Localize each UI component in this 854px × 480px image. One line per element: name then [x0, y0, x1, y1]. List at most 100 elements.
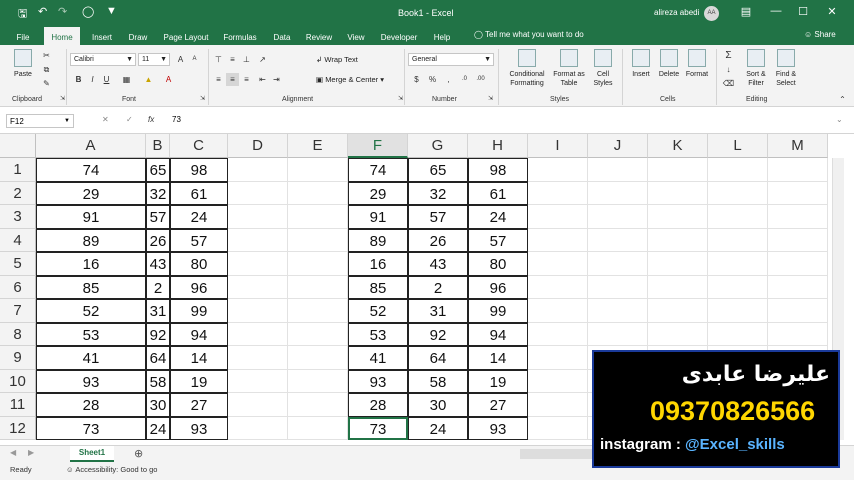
cell-styles-button[interactable]: Cell Styles: [588, 49, 618, 88]
merge-center-button[interactable]: ▣ Merge & Center ▾: [316, 75, 384, 84]
cell-g9[interactable]: 64: [408, 346, 468, 370]
column-header-h[interactable]: H: [468, 134, 528, 158]
fill-color-icon[interactable]: ▲: [142, 73, 155, 86]
cell-a9[interactable]: 41: [36, 346, 146, 370]
clear-icon[interactable]: ⌫: [722, 77, 735, 90]
number-launcher-icon[interactable]: ⇲: [484, 93, 497, 106]
alignment-launcher-icon[interactable]: ⇲: [394, 93, 407, 106]
tell-me-search[interactable]: ◯ Tell me what you want to do: [474, 30, 584, 39]
cell-a1[interactable]: 74: [36, 158, 146, 182]
cell-j8[interactable]: [588, 322, 648, 346]
cell-h3[interactable]: 24: [468, 205, 528, 229]
cell-d12[interactable]: [228, 416, 288, 440]
tab-draw[interactable]: Draw: [124, 30, 152, 45]
cell-e3[interactable]: [288, 205, 348, 229]
cell-j6[interactable]: [588, 275, 648, 299]
tab-page-layout[interactable]: Page Layout: [160, 30, 212, 45]
insert-cells-button[interactable]: Insert: [628, 49, 654, 79]
row-header-9[interactable]: 9: [0, 346, 36, 370]
cell-a2[interactable]: 29: [36, 181, 146, 205]
tab-home[interactable]: Home: [44, 27, 80, 45]
enter-icon[interactable]: ✓: [126, 115, 133, 124]
insert-function-icon[interactable]: fx: [148, 115, 154, 124]
row-header-10[interactable]: 10: [0, 369, 36, 393]
avatar[interactable]: AA: [704, 6, 719, 21]
sheet-tab[interactable]: Sheet1: [70, 446, 114, 462]
cell-j1[interactable]: [588, 158, 648, 182]
cell-k5[interactable]: [648, 252, 708, 276]
formula-input[interactable]: 73: [172, 115, 181, 124]
cell-f2[interactable]: 29: [348, 181, 408, 205]
tab-formulas[interactable]: Formulas: [220, 30, 260, 45]
cell-c2[interactable]: 61: [170, 181, 228, 205]
cell-h7[interactable]: 99: [468, 299, 528, 323]
cell-c10[interactable]: 19: [170, 369, 228, 393]
cell-e9[interactable]: [288, 346, 348, 370]
cell-i12[interactable]: [528, 416, 588, 440]
cell-i8[interactable]: [528, 322, 588, 346]
cell-f5[interactable]: 16: [348, 252, 408, 276]
cut-icon[interactable]: ✂: [40, 49, 53, 62]
cell-g5[interactable]: 43: [408, 252, 468, 276]
cell-a3[interactable]: 91: [36, 205, 146, 229]
cell-c11[interactable]: 27: [170, 393, 228, 417]
cell-m3[interactable]: [768, 205, 828, 229]
cell-b1[interactable]: 65: [146, 158, 170, 182]
copy-icon[interactable]: ⧉: [40, 63, 53, 76]
cell-m4[interactable]: [768, 228, 828, 252]
tab-help[interactable]: Help: [430, 30, 454, 45]
cell-g8[interactable]: 92: [408, 322, 468, 346]
cell-f10[interactable]: 93: [348, 369, 408, 393]
cell-l4[interactable]: [708, 228, 768, 252]
format-painter-icon[interactable]: ✎: [40, 77, 53, 90]
cell-h11[interactable]: 27: [468, 393, 528, 417]
decrease-indent-icon[interactable]: ⇤: [256, 73, 269, 86]
cell-f9[interactable]: 41: [348, 346, 408, 370]
cell-g12[interactable]: 24: [408, 416, 468, 440]
cell-d8[interactable]: [228, 322, 288, 346]
delete-cells-button[interactable]: Delete: [656, 49, 682, 79]
cell-k8[interactable]: [648, 322, 708, 346]
share-button[interactable]: ☺ Share: [804, 30, 836, 39]
cell-h5[interactable]: 80: [468, 252, 528, 276]
column-header-e[interactable]: E: [288, 134, 348, 158]
cell-c6[interactable]: 96: [170, 275, 228, 299]
cell-f11[interactable]: 28: [348, 393, 408, 417]
cell-c4[interactable]: 57: [170, 228, 228, 252]
cell-i5[interactable]: [528, 252, 588, 276]
cell-d6[interactable]: [228, 275, 288, 299]
cell-c1[interactable]: 98: [170, 158, 228, 182]
cell-e7[interactable]: [288, 299, 348, 323]
cell-b4[interactable]: 26: [146, 228, 170, 252]
cell-k7[interactable]: [648, 299, 708, 323]
cell-i1[interactable]: [528, 158, 588, 182]
font-size-select[interactable]: 11 ▼: [138, 53, 170, 66]
cell-a11[interactable]: 28: [36, 393, 146, 417]
cell-m7[interactable]: [768, 299, 828, 323]
redo-icon[interactable]: ↷: [58, 5, 67, 18]
cell-h4[interactable]: 57: [468, 228, 528, 252]
paste-button[interactable]: Paste: [10, 49, 36, 79]
conditional-formatting-button[interactable]: Conditional Formatting: [504, 49, 550, 88]
select-all-button[interactable]: [0, 134, 36, 158]
number-format-select[interactable]: General ▼: [408, 53, 494, 66]
cell-b12[interactable]: 24: [146, 416, 170, 440]
sort-filter-button[interactable]: Sort & Filter: [742, 49, 770, 88]
cell-g2[interactable]: 32: [408, 181, 468, 205]
cell-i9[interactable]: [528, 346, 588, 370]
row-header-1[interactable]: 1: [0, 158, 36, 182]
expand-formula-bar-icon[interactable]: ⌄: [836, 115, 843, 124]
customize-quick-access-icon[interactable]: ▼: [106, 5, 117, 17]
column-header-f[interactable]: F: [348, 134, 408, 158]
decrease-font-icon[interactable]: A: [188, 53, 201, 66]
bold-icon[interactable]: B: [72, 73, 85, 86]
cell-f6[interactable]: 85: [348, 275, 408, 299]
cell-h8[interactable]: 94: [468, 322, 528, 346]
row-header-5[interactable]: 5: [0, 252, 36, 276]
format-as-table-button[interactable]: Format as Table: [550, 49, 588, 88]
cell-m5[interactable]: [768, 252, 828, 276]
column-header-b[interactable]: B: [146, 134, 170, 158]
cell-f12[interactable]: 73: [348, 416, 408, 440]
column-header-g[interactable]: G: [408, 134, 468, 158]
cell-b5[interactable]: 43: [146, 252, 170, 276]
